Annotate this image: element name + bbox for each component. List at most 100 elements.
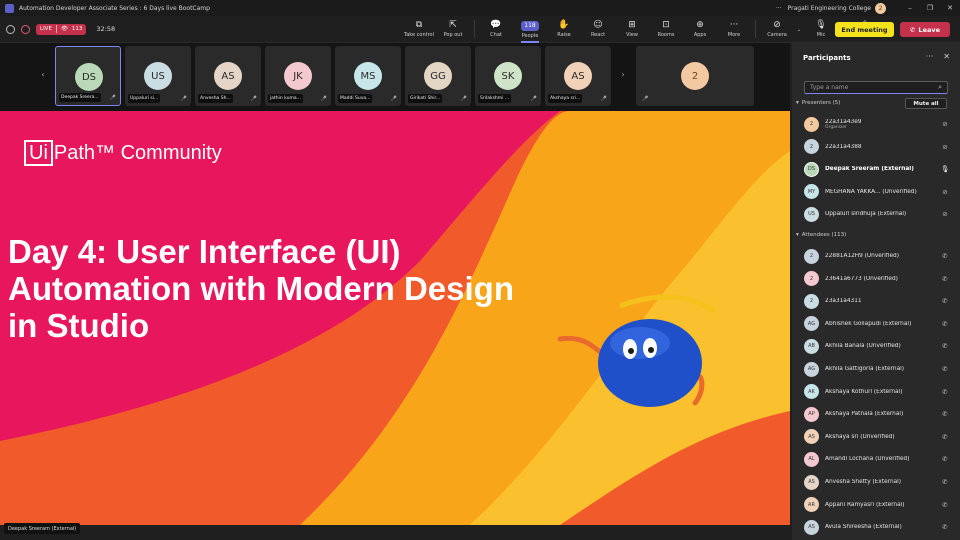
- hand-icon[interactable]: ✆: [940, 523, 950, 531]
- participant-row[interactable]: AG Akhila Gattigorla (External) ✆: [804, 359, 950, 379]
- participant-row[interactable]: AP Akshaya Patnala (External) ✆: [804, 404, 950, 424]
- take-control-button[interactable]: ⧉ Take control: [402, 16, 436, 43]
- participant-row[interactable]: 2 23a31a4311 ✆: [804, 291, 950, 311]
- hand-icon[interactable]: ✆: [940, 365, 950, 373]
- hand-icon[interactable]: ✆: [940, 410, 950, 418]
- presenters-section-toggle[interactable]: ▾ Presenters (5): [796, 100, 840, 106]
- video-tile[interactable]: MS Maddi Suva... 🎤: [335, 46, 401, 106]
- rooms-button[interactable]: ⊡ Rooms: [649, 16, 683, 43]
- view-button[interactable]: ⊞ View: [615, 16, 649, 43]
- mic-off-icon[interactable]: ⊘: [940, 120, 950, 128]
- participant-text: Anvesha Shetty (External): [825, 479, 940, 485]
- participant-name: 22881A12H9 (Unverified): [825, 253, 900, 259]
- pop-out-button[interactable]: ⇱ Pop out: [436, 16, 470, 43]
- hand-icon[interactable]: ✆: [940, 320, 950, 328]
- hand-icon[interactable]: ✆: [940, 433, 950, 441]
- overflow-video-tile[interactable]: 2 🎤: [636, 46, 754, 106]
- tile-name-label: Srilakshmi ...: [478, 94, 512, 103]
- participant-text: MEGHANA YAKKA... (Unverified): [825, 189, 940, 195]
- participant-row[interactable]: 2 22881A12H9 (Unverified) ✆: [804, 246, 950, 266]
- hand-icon[interactable]: ✆: [940, 388, 950, 396]
- more-icon: ···: [729, 20, 739, 30]
- participant-row[interactable]: AS Anvesha Shetty (External) ✆: [804, 472, 950, 492]
- shield-icon[interactable]: [6, 24, 15, 34]
- participant-text: 23641a6773 (Unverified): [825, 276, 940, 282]
- hand-icon[interactable]: ✆: [940, 342, 950, 350]
- video-tile[interactable]: US Uppaluri si... 🎤: [125, 46, 191, 106]
- camera-options-chevron-icon[interactable]: ⌄: [794, 16, 804, 43]
- apps-label: Apps: [693, 32, 707, 38]
- apps-icon: ⊕: [696, 20, 704, 30]
- hand-icon[interactable]: ✆: [940, 455, 950, 463]
- video-tile[interactable]: JK jathin kuma... 🎤: [265, 46, 331, 106]
- video-tile[interactable]: GG Girikati Shir... 🎤: [405, 46, 471, 106]
- participant-row[interactable]: MY MEGHANA YAKKA... (Unverified) ⊘: [804, 182, 950, 202]
- mic-on-icon[interactable]: 🎙: [940, 165, 950, 173]
- mic-off-icon: 🎤: [642, 96, 649, 102]
- apps-button[interactable]: ⊕ Apps: [683, 16, 717, 43]
- hand-icon[interactable]: ✆: [940, 252, 950, 260]
- participant-row[interactable]: AG Abhishek Gollapudi (External) ✆: [804, 314, 950, 334]
- avatar: GG: [424, 62, 452, 90]
- panel-close-icon[interactable]: ✕: [943, 52, 950, 61]
- mic-button[interactable]: 🎙 Mic: [804, 16, 838, 43]
- participant-row[interactable]: AK Akshaya Kothuri (External) ✆: [804, 382, 950, 402]
- people-button[interactable]: 118 People: [513, 16, 547, 43]
- mic-off-icon: 🎤: [109, 95, 116, 101]
- participant-text: 23a31a4311: [825, 298, 940, 304]
- attendees-section-toggle[interactable]: ▾ Attendees (113): [796, 232, 846, 238]
- gallery-prev-chevron-icon[interactable]: ‹: [36, 43, 50, 105]
- meeting-toolbar: LIVE 👁 113 32:58 ⧉ Take control ⇱ Pop out 💬 C…: [0, 16, 960, 43]
- hand-icon[interactable]: ✆: [940, 297, 950, 305]
- participant-text: Akshaya Kothuri (External): [825, 389, 940, 395]
- leave-button[interactable]: ✆ Leave: [900, 22, 950, 37]
- participant-row[interactable]: US Uppaluri sindhuja (External) ⊘: [804, 204, 950, 224]
- more-label: More: [727, 32, 741, 38]
- mute-all-button[interactable]: Mute all: [905, 98, 947, 109]
- react-button[interactable]: ☺ React: [581, 16, 615, 43]
- tile-name-label: Akshaya sri...: [548, 94, 583, 103]
- maximize-button[interactable]: ❐: [920, 4, 940, 12]
- participant-role: Organizer: [825, 124, 848, 130]
- end-meeting-button[interactable]: End meeting: [835, 22, 894, 37]
- more-button[interactable]: ··· More: [717, 16, 751, 43]
- participant-row[interactable]: 2 22a31a4388 ⊘: [804, 137, 950, 157]
- participant-row[interactable]: AB Akhila Banala (Unverified) ✆: [804, 336, 950, 356]
- record-icon[interactable]: [21, 24, 30, 34]
- hand-icon[interactable]: ✆: [940, 275, 950, 283]
- participant-row[interactable]: AL Amandi Lochana (Unverified) ✆: [804, 449, 950, 469]
- participant-search-input[interactable]: [810, 84, 939, 91]
- participant-name: 23641a6773 (Unverified): [825, 275, 898, 282]
- hand-icon[interactable]: ✆: [940, 501, 950, 509]
- participant-row[interactable]: AR Appani Ramyasri (External) ✆: [804, 495, 950, 515]
- more-options-icon[interactable]: ···: [776, 5, 782, 12]
- viewer-count: 113: [71, 26, 83, 32]
- raise-hand-button[interactable]: ✋ Raise: [547, 16, 581, 43]
- camera-button[interactable]: ⊘ Camera: [760, 16, 794, 43]
- video-tile[interactable]: SK Srilakshmi ... 🎤: [475, 46, 541, 106]
- hand-icon[interactable]: ✆: [940, 478, 950, 486]
- participant-row[interactable]: 2 23641a6773 (Unverified) ✆: [804, 269, 950, 289]
- user-avatar[interactable]: 2: [875, 2, 886, 14]
- close-window-button[interactable]: ✕: [940, 4, 960, 12]
- gallery-next-chevron-icon[interactable]: ›: [616, 43, 630, 105]
- participant-row[interactable]: AS Akshaya sri (Unverified) ✆: [804, 427, 950, 447]
- phone-icon: ✆: [909, 25, 916, 34]
- tile-name-label: Deepak Sreera...: [59, 93, 101, 102]
- video-tile[interactable]: DS Deepak Sreera... 🎤: [55, 46, 121, 106]
- video-tile[interactable]: AS Akshaya sri... 🎤: [545, 46, 611, 106]
- minimize-button[interactable]: –: [900, 4, 920, 12]
- chat-button[interactable]: 💬 Chat: [479, 16, 513, 43]
- panel-more-icon[interactable]: ···: [926, 52, 934, 61]
- shared-content-stage: Ui Path™ Community Day 4: User Interface…: [0, 111, 790, 525]
- mic-off-icon[interactable]: ⊘: [940, 210, 950, 218]
- avatar: AB: [804, 338, 819, 354]
- participant-row[interactable]: AS Avula Shireesha (External) ✆: [804, 517, 950, 537]
- participant-name: 23a31a4311: [825, 298, 862, 305]
- mic-off-icon[interactable]: ⊘: [940, 188, 950, 196]
- video-tile[interactable]: AS Anvesha Sh... 🎤: [195, 46, 261, 106]
- participant-row[interactable]: 2 22a31a43e9 Organizer ⊘: [804, 114, 950, 134]
- presenter-name-label: Deepak Sreeram (External): [4, 523, 81, 534]
- mic-off-icon[interactable]: ⊘: [940, 143, 950, 151]
- participant-row[interactable]: DS Deepak Sreeram (External) 🎙: [804, 159, 950, 179]
